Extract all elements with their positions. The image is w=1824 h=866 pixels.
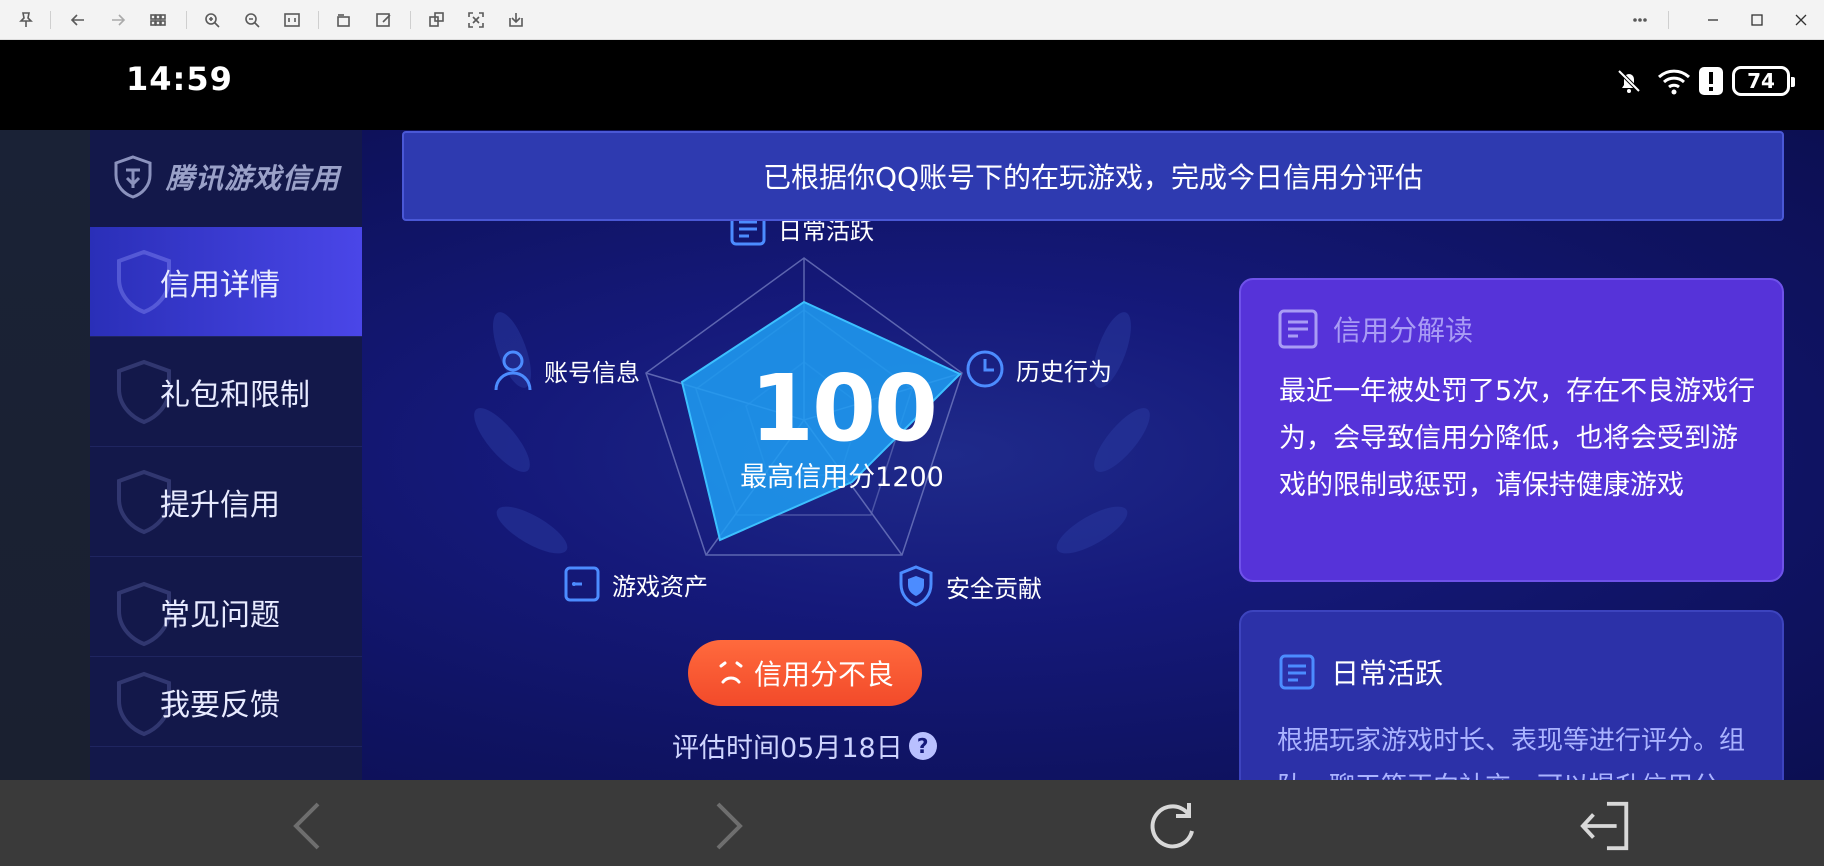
sidebar-item-label: 常见问题 <box>160 597 280 633</box>
card-body: 最近一年被处罚了5次，存在不良游戏行为，会导致信用分降低，也将会受到游戏的限制或… <box>1279 376 1756 501</box>
nav-back-icon[interactable] <box>280 798 336 854</box>
logo-text: 腾讯游戏信用 <box>166 162 341 195</box>
scan-icon[interactable] <box>464 8 488 32</box>
rotate-icon[interactable] <box>332 8 356 32</box>
maximize-icon[interactable] <box>1742 8 1772 32</box>
max-score-label: 最高信用分1200 <box>740 462 944 493</box>
sad-face-icon <box>719 661 743 684</box>
document-icon <box>1278 309 1318 349</box>
alert-icon <box>1698 66 1724 100</box>
sidebar-item-label: 信用详情 <box>160 267 280 303</box>
sidebar-item-label: 提升信用 <box>160 487 280 523</box>
radar-label-text: 历史行为 <box>1016 357 1112 386</box>
sidebar-item-gifts-limits[interactable]: 礼包和限制 <box>90 337 362 447</box>
wallet-icon <box>564 566 600 602</box>
toolbar-divider <box>50 11 51 29</box>
nav-forward-icon[interactable] <box>700 798 756 854</box>
evaluation-time-text: 评估时间05月18日 <box>672 733 903 764</box>
credit-score: 100 <box>749 355 938 462</box>
grid-icon[interactable] <box>146 8 170 32</box>
close-icon[interactable] <box>1786 8 1816 32</box>
mute-bell-icon <box>1614 66 1644 100</box>
wifi-icon <box>1656 66 1692 100</box>
radar-label-text: 安全贡献 <box>946 574 1042 603</box>
app-content: 腾讯游戏信用 信用详情 礼包和限制 提升信用 常见问题 我要反馈 日常活跃 历史… <box>0 130 1824 780</box>
evaluation-time: 评估时间05月18日 ? <box>672 726 937 765</box>
exit-icon[interactable] <box>1578 798 1634 854</box>
pin-icon[interactable] <box>14 8 38 32</box>
forward-icon[interactable] <box>106 8 130 32</box>
credit-status-label: 信用分不良 <box>753 658 894 691</box>
status-time: 14:59 <box>126 60 233 98</box>
score-interpretation-card: 信用分解读 最近一年被处罚了5次，存在不良游戏行为，会导致信用分降低，也将会受到… <box>1239 278 1784 681</box>
sidebar-item-feedback[interactable]: 我要反馈 <box>90 657 362 747</box>
card-title: 日常活跃 <box>1331 657 1444 690</box>
more-icon[interactable] <box>1628 8 1652 32</box>
phone-status-bar: 14:59 74 <box>0 40 1824 130</box>
card-header: 日常活跃 <box>1277 652 1443 692</box>
card-title: 信用分解读 <box>1333 314 1474 347</box>
viewer-toolbar <box>0 0 1824 40</box>
user-icon <box>494 350 532 391</box>
toolbar-divider <box>186 11 187 29</box>
zoom-out-icon[interactable] <box>240 8 264 32</box>
sidebar-item-credit-details[interactable]: 信用详情 <box>90 227 362 337</box>
main-panel: 日常活跃 历史行为 安全贡献 游戏资产 账号信息 100 最高信用分1200 已… <box>362 130 1824 780</box>
bottom-margin <box>0 780 90 866</box>
radar-label-text: 账号信息 <box>544 358 640 387</box>
save-icon[interactable] <box>504 8 528 32</box>
shield-icon <box>899 565 933 607</box>
refresh-icon[interactable] <box>1144 798 1200 854</box>
bottom-nav-bar <box>90 780 1824 866</box>
toolbar-divider <box>1668 11 1669 29</box>
radar-label-security: 安全贡献 <box>896 564 1042 608</box>
toolbar-divider <box>410 11 411 29</box>
clock-icon <box>966 350 1004 388</box>
daily-activity-card: 日常活跃 根据玩家游戏时长、表现等进行评分。组队、聊天等正向社交，可以提升信用分… <box>1239 610 1784 780</box>
radar-label-text: 游戏资产 <box>612 572 708 601</box>
left-margin <box>0 130 90 780</box>
credit-status-badge[interactable]: 信用分不良 <box>688 640 922 706</box>
sidebar-item-faq[interactable]: 常见问题 <box>90 567 362 657</box>
radar-label-assets: 游戏资产 <box>562 564 708 604</box>
crop-icon[interactable] <box>424 8 448 32</box>
radar-label-history: 历史行为 <box>964 348 1112 390</box>
evaluation-banner: 已根据你QQ账号下的在玩游戏，完成今日信用分评估 <box>402 131 1784 221</box>
logo: 腾讯游戏信用 <box>110 154 340 200</box>
card-header: 信用分解读 <box>1277 308 1473 350</box>
zoom-in-icon[interactable] <box>200 8 224 32</box>
minimize-icon[interactable] <box>1698 8 1728 32</box>
battery-indicator: 74 <box>1732 66 1795 96</box>
fit-icon[interactable] <box>280 8 304 32</box>
toolbar-divider <box>318 11 319 29</box>
sidebar: 腾讯游戏信用 信用详情 礼包和限制 提升信用 常见问题 我要反馈 <box>90 130 362 780</box>
shield-logo-icon <box>114 155 152 199</box>
back-icon[interactable] <box>66 8 90 32</box>
sidebar-item-label: 礼包和限制 <box>160 377 310 413</box>
document-icon <box>1279 654 1315 690</box>
card-body: 根据玩家游戏时长、表现等进行评分。组队、聊天等正向社交，可以提升信用分，恶 <box>1277 726 1746 780</box>
sidebar-item-label: 我要反馈 <box>160 687 280 723</box>
edit-icon[interactable] <box>372 8 396 32</box>
radar-label-account: 账号信息 <box>492 348 640 392</box>
sidebar-item-improve-credit[interactable]: 提升信用 <box>90 447 362 557</box>
help-icon[interactable]: ? <box>908 731 937 760</box>
